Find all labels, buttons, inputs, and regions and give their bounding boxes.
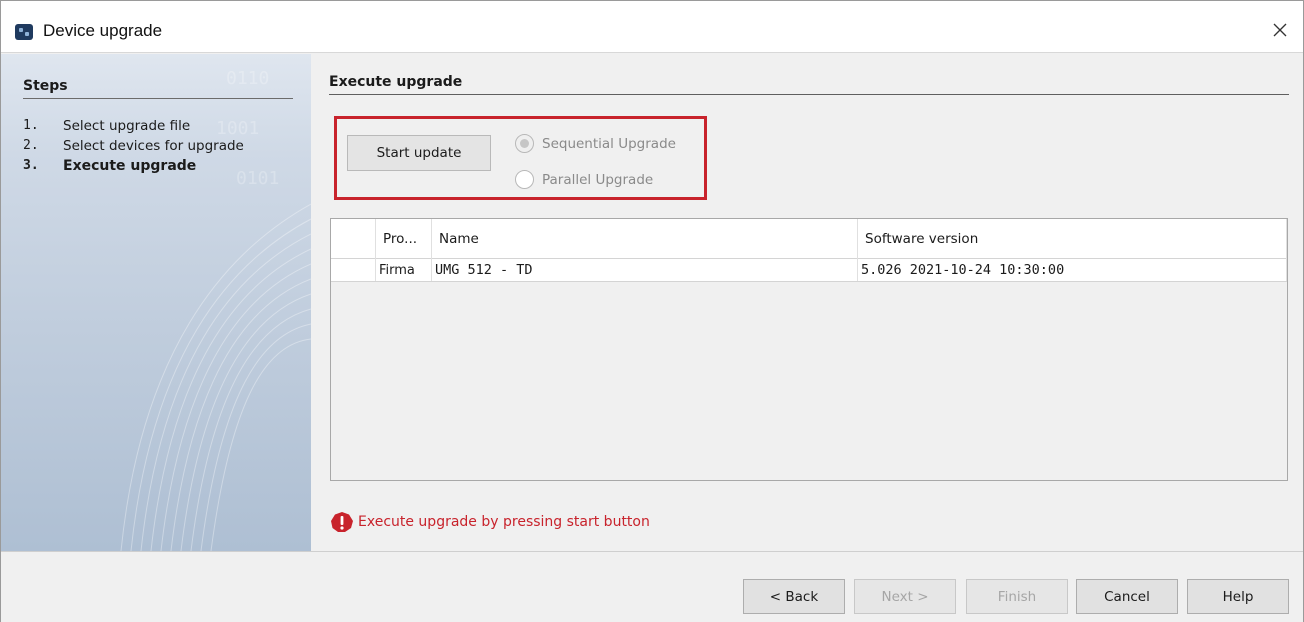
next-button[interactable]: Next > bbox=[854, 579, 956, 614]
column-header-name[interactable]: Name bbox=[432, 219, 858, 259]
section-divider bbox=[329, 94, 1289, 95]
section-title: Execute upgrade bbox=[329, 74, 463, 90]
title-bar: Device upgrade bbox=[1, 1, 1303, 53]
step-select-file: 1. Select upgrade file bbox=[23, 116, 303, 136]
steps-heading: Steps bbox=[23, 78, 68, 94]
error-icon bbox=[331, 512, 353, 532]
column-header-software-version[interactable]: Software version bbox=[858, 219, 1287, 259]
device-upgrade-dialog: Device upgrade 0110 1001 0101 Steps 1. S… bbox=[0, 0, 1304, 622]
devices-table[interactable]: Pro... Name Software version Firma UMG 5… bbox=[330, 218, 1288, 481]
finish-button[interactable]: Finish bbox=[966, 579, 1068, 614]
steps-list: 1. Select upgrade file 2. Select devices… bbox=[23, 116, 303, 176]
footer: < Back Next > Finish Cancel Help bbox=[1, 552, 1303, 622]
close-button[interactable] bbox=[1263, 15, 1297, 45]
parallel-upgrade-radio[interactable]: Parallel Upgrade bbox=[515, 170, 653, 189]
help-button[interactable]: Help bbox=[1187, 579, 1289, 614]
step-label: Select upgrade file bbox=[63, 118, 191, 134]
steps-divider bbox=[23, 98, 293, 99]
back-button[interactable]: < Back bbox=[743, 579, 845, 614]
close-icon bbox=[1273, 23, 1287, 37]
start-update-button[interactable]: Start update bbox=[347, 135, 491, 171]
main-panel: Execute upgrade Start update Sequential … bbox=[311, 54, 1303, 551]
app-icon bbox=[15, 24, 33, 40]
radio-label: Parallel Upgrade bbox=[542, 171, 654, 188]
window-title: Device upgrade bbox=[43, 21, 163, 40]
svg-text:0110: 0110 bbox=[226, 68, 269, 89]
cell-software-version: 5.026 2021-10-24 10:30:00 bbox=[858, 259, 1287, 281]
table-header: Pro... Name Software version bbox=[331, 219, 1287, 259]
cell-type: Firma bbox=[376, 259, 432, 281]
radio-circle bbox=[515, 170, 534, 189]
step-execute-upgrade: 3. Execute upgrade bbox=[23, 156, 303, 176]
radio-circle bbox=[515, 134, 534, 153]
step-label: Select devices for upgrade bbox=[63, 138, 244, 154]
cell-name: UMG 512 - TD bbox=[432, 259, 858, 281]
steps-panel: 0110 1001 0101 Steps 1. Select upgrade f… bbox=[1, 54, 311, 551]
cancel-button[interactable]: Cancel bbox=[1076, 579, 1178, 614]
column-header-progress[interactable]: Pro... bbox=[376, 219, 432, 259]
step-number: 1. bbox=[23, 118, 39, 133]
table-row[interactable]: Firma UMG 512 - TD 5.026 2021-10-24 10:3… bbox=[331, 259, 1287, 282]
step-label: Execute upgrade bbox=[63, 158, 197, 174]
sequential-upgrade-radio[interactable]: Sequential Upgrade bbox=[515, 134, 676, 153]
step-number: 2. bbox=[23, 138, 39, 153]
step-select-devices: 2. Select devices for upgrade bbox=[23, 136, 303, 156]
radio-label: Sequential Upgrade bbox=[542, 135, 676, 152]
step-number: 3. bbox=[23, 158, 39, 173]
cell-progress bbox=[331, 259, 376, 281]
error-message: Execute upgrade by pressing start button bbox=[330, 511, 650, 533]
error-text: Execute upgrade by pressing start button bbox=[358, 514, 650, 530]
column-header-progress-bar[interactable] bbox=[331, 219, 376, 259]
